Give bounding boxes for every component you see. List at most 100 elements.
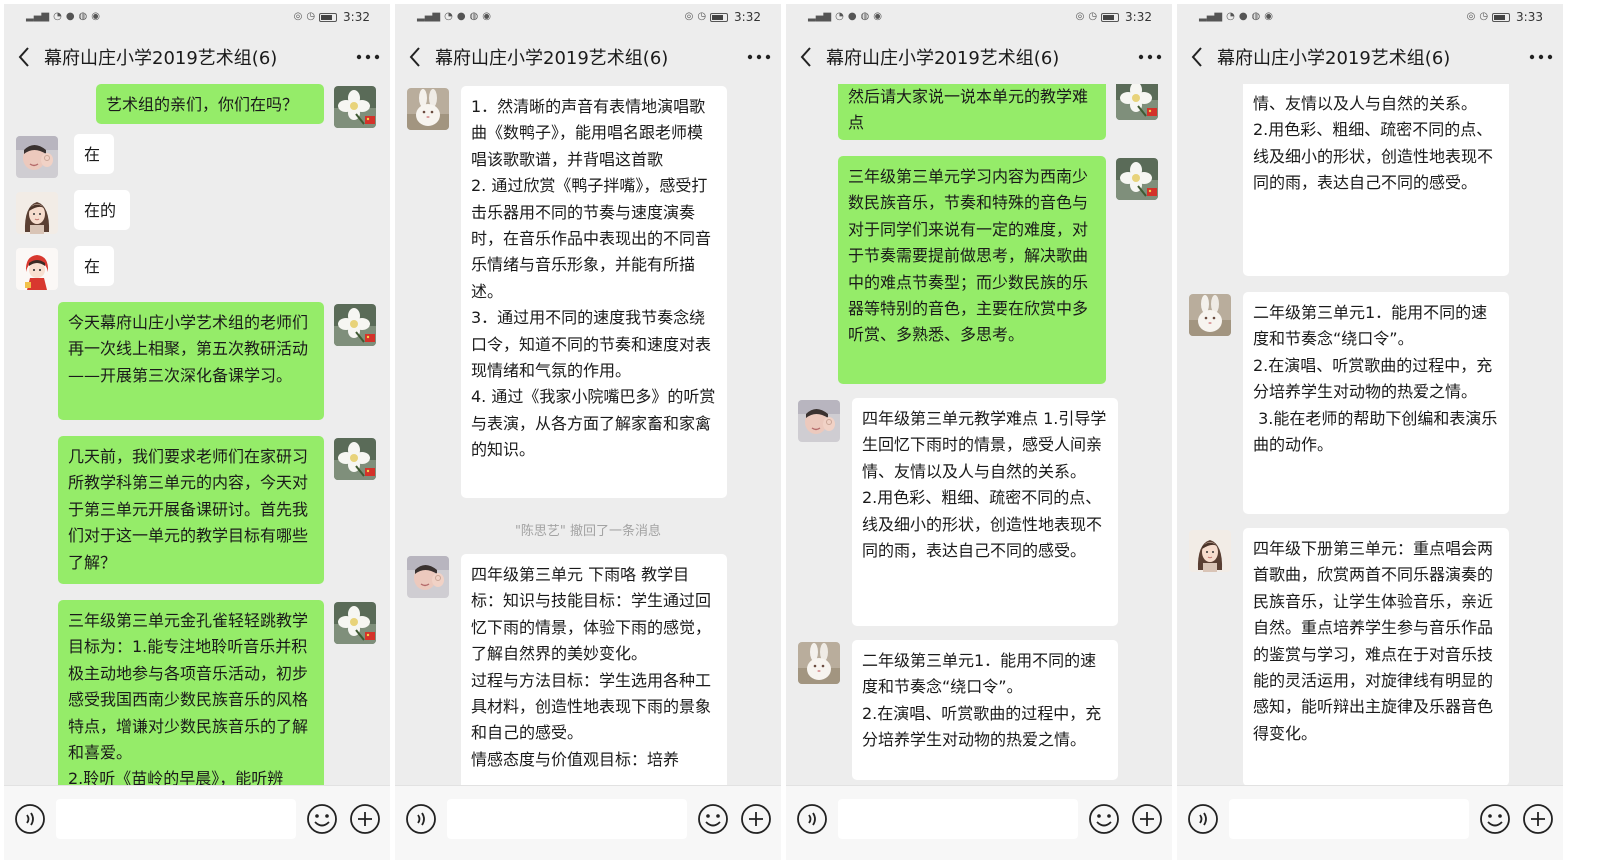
more-functions-button[interactable] xyxy=(740,803,772,835)
chevron-left-icon xyxy=(409,47,420,67)
rabbit-avatar-icon[interactable] xyxy=(798,642,840,684)
flower-avatar-icon[interactable] xyxy=(334,86,376,128)
flower-avatar-icon[interactable] xyxy=(334,304,376,346)
phone-screen: ▂▄▆ ◔ ● ◍ ◉ ◎ ◷ 3:33 幕府山庄小学2019艺术组(6) 情、… xyxy=(1177,4,1563,860)
voice-icon xyxy=(406,804,436,834)
status-bar: ▂▄▆ ◔ ● ◍ ◉ ◎ ◷ 3:32 xyxy=(395,4,781,30)
cartoon-girl-avatar-icon[interactable] xyxy=(16,248,58,290)
vibrate-icon: ◎ xyxy=(684,11,694,22)
message-list[interactable]: 艺术组的亲们，你们在吗？ 在 在的 在 今天幕府山庄小学艺术组的老师们再一次线上… xyxy=(4,84,390,785)
chat-title: 幕府山庄小学2019艺术组(6) xyxy=(435,48,669,69)
received-message-bubble[interactable]: 二年级第三单元1．能用不同的速度和节奏念“绕口令”。 2.在演唱、听赏歌曲的过程… xyxy=(1243,292,1509,514)
voice-button[interactable] xyxy=(1187,803,1219,835)
message-list[interactable]: 1．然清晰的声音有表情地演唱歌曲《数鸭子》，能用唱名跟老师模唱该歌歌谱，并背唱这… xyxy=(395,84,781,785)
more-options-button[interactable] xyxy=(1519,54,1563,60)
notification-icon: ● xyxy=(1238,11,1248,22)
sent-message-bubble[interactable]: 三年级第三单元学习内容为西南少数民族音乐，节奏和特殊的音色与对于同学们来说有一定… xyxy=(838,156,1106,384)
chat-title: 幕府山庄小学2019艺术组(6) xyxy=(44,48,278,69)
more-functions-button[interactable] xyxy=(1522,803,1554,835)
gesture-avatar-icon[interactable] xyxy=(16,136,58,178)
app-notification-icon: ◍ xyxy=(1251,11,1261,22)
status-time: 3:32 xyxy=(734,10,761,24)
received-message-bubble[interactable]: 二年级第三单元1．能用不同的速度和节奏念“绕口令”。 2.在演唱、听赏歌曲的过程… xyxy=(852,640,1118,780)
received-message-bubble[interactable]: 四年级第三单元教学难点 1.引导学生回忆下雨时的情景，感受人间亲情、友情以及人与… xyxy=(852,398,1118,626)
more-functions-button[interactable] xyxy=(1131,803,1163,835)
voice-button[interactable] xyxy=(14,803,46,835)
sent-message-bubble[interactable]: 今天幕府山庄小学艺术组的老师们再一次线上相聚，第五次教研活动——开展第三次深化备… xyxy=(58,302,324,420)
status-bar: ▂▄▆ ◔ ● ◍ ◉ ◎ ◷ 3:33 xyxy=(1177,4,1563,30)
received-message-bubble[interactable]: 在 xyxy=(74,134,114,174)
back-button[interactable] xyxy=(786,46,826,68)
message-input[interactable] xyxy=(838,799,1078,839)
received-message-bubble[interactable]: 在的 xyxy=(74,190,130,230)
more-dots-icon xyxy=(1529,54,1553,60)
smiley-icon xyxy=(1089,804,1119,834)
received-message-bubble[interactable]: 四年级下册第三单元：重点唱会两首歌曲，欣赏两首不同乐器演奏的民族音乐，让学生体验… xyxy=(1243,528,1509,785)
more-dots-icon xyxy=(356,54,380,60)
more-options-button[interactable] xyxy=(737,54,781,60)
flower-avatar-icon[interactable] xyxy=(1116,84,1158,120)
input-toolbar xyxy=(4,785,390,860)
vibrate-icon: ◎ xyxy=(293,11,303,22)
app-notification-icon: ◍ xyxy=(469,11,479,22)
notification-icon: ● xyxy=(847,11,857,22)
back-button[interactable] xyxy=(1177,46,1217,68)
more-options-button[interactable] xyxy=(1128,54,1172,60)
back-button[interactable] xyxy=(395,46,435,68)
received-message-bubble[interactable]: 四年级第三单元教学难点 1.引导学生回忆下雨时的情景，感受人间亲情、友情以及人与… xyxy=(1243,84,1509,276)
girl-avatar-icon[interactable] xyxy=(1189,530,1231,572)
rabbit-avatar-icon[interactable] xyxy=(1189,294,1231,336)
more-options-button[interactable] xyxy=(346,54,390,60)
more-dots-icon xyxy=(747,54,771,60)
screenshot-collage: ▂▄▆ ◔ ● ◍ ◉ ◎ ◷ 3:32 幕府山庄小学2019艺术组(6) 艺术… xyxy=(0,0,1600,863)
gesture-avatar-icon[interactable] xyxy=(798,400,840,442)
sent-message-bubble[interactable]: 三年级第三单元金孔雀轻轻跳教学目标为：1.能专注地聆听音乐并积极主动地参与各项音… xyxy=(58,600,324,785)
received-message-bubble[interactable]: 四年级第三单元 下雨咯 教学目标：知识与技能目标：学生通过回忆下雨的情景，体验下… xyxy=(461,554,727,785)
flower-avatar-icon[interactable] xyxy=(1116,158,1158,200)
status-bar: ▂▄▆ ◔ ● ◍ ◉ ◎ ◷ 3:32 xyxy=(786,4,1172,30)
received-message-bubble[interactable]: 在 xyxy=(74,246,114,286)
message-list[interactable]: 然后请大家说一说本单元的教学难点 三年级第三单元学习内容为西南少数民族音乐，节奏… xyxy=(786,84,1172,785)
message-list[interactable]: 四年级第三单元教学难点 1.引导学生回忆下雨时的情景，感受人间亲情、友情以及人与… xyxy=(1177,84,1563,785)
plus-icon xyxy=(741,804,771,834)
message-input[interactable] xyxy=(56,799,296,839)
wifi-icon: ◔ xyxy=(53,11,62,22)
chevron-left-icon xyxy=(18,47,29,67)
chevron-left-icon xyxy=(800,47,811,67)
received-message-bubble[interactable]: 1．然清晰的声音有表情地演唱歌曲《数鸭子》，能用唱名跟老师模唱该歌歌谱，并背唱这… xyxy=(461,86,727,498)
status-time: 3:32 xyxy=(1125,10,1152,24)
voice-button[interactable] xyxy=(405,803,437,835)
sent-message-bubble[interactable]: 然后请大家说一说本单元的教学难点 xyxy=(838,84,1106,140)
battery-icon xyxy=(1492,12,1511,22)
voice-button[interactable] xyxy=(796,803,828,835)
notification-icon: ● xyxy=(65,11,75,22)
emoji-button[interactable] xyxy=(306,803,338,835)
message-input[interactable] xyxy=(1229,799,1469,839)
more-dots-icon xyxy=(1138,54,1162,60)
chat-header: 幕府山庄小学2019艺术组(6) xyxy=(395,30,781,84)
chat-header: 幕府山庄小学2019艺术组(6) xyxy=(4,30,390,84)
smiley-icon xyxy=(698,804,728,834)
chat-notification-icon: ◉ xyxy=(482,11,492,22)
emoji-button[interactable] xyxy=(697,803,729,835)
status-bar: ▂▄▆ ◔ ● ◍ ◉ ◎ ◷ 3:32 xyxy=(4,4,390,30)
sent-message-bubble[interactable]: 几天前，我们要求老师们在家研习所教学科第三单元的内容，今天对于第三单元开展备课研… xyxy=(58,436,324,584)
flower-avatar-icon[interactable] xyxy=(334,438,376,480)
more-functions-button[interactable] xyxy=(349,803,381,835)
vibrate-icon: ◎ xyxy=(1466,11,1476,22)
rabbit-avatar-icon[interactable] xyxy=(407,88,449,130)
sent-message-bubble[interactable]: 艺术组的亲们，你们在吗？ xyxy=(96,84,324,124)
chevron-left-icon xyxy=(1191,47,1202,67)
message-input[interactable] xyxy=(447,799,687,839)
back-button[interactable] xyxy=(4,46,44,68)
alarm-icon: ◷ xyxy=(1479,11,1489,22)
emoji-button[interactable] xyxy=(1479,803,1511,835)
gesture-avatar-icon[interactable] xyxy=(407,556,449,598)
vibrate-icon: ◎ xyxy=(1075,11,1085,22)
smiley-icon xyxy=(307,804,337,834)
girl-avatar-icon[interactable] xyxy=(16,192,58,234)
phone-screen: ▂▄▆ ◔ ● ◍ ◉ ◎ ◷ 3:32 幕府山庄小学2019艺术组(6) xyxy=(786,4,1172,860)
flower-avatar-icon[interactable] xyxy=(334,602,376,644)
emoji-button[interactable] xyxy=(1088,803,1120,835)
battery-icon xyxy=(1101,12,1120,22)
